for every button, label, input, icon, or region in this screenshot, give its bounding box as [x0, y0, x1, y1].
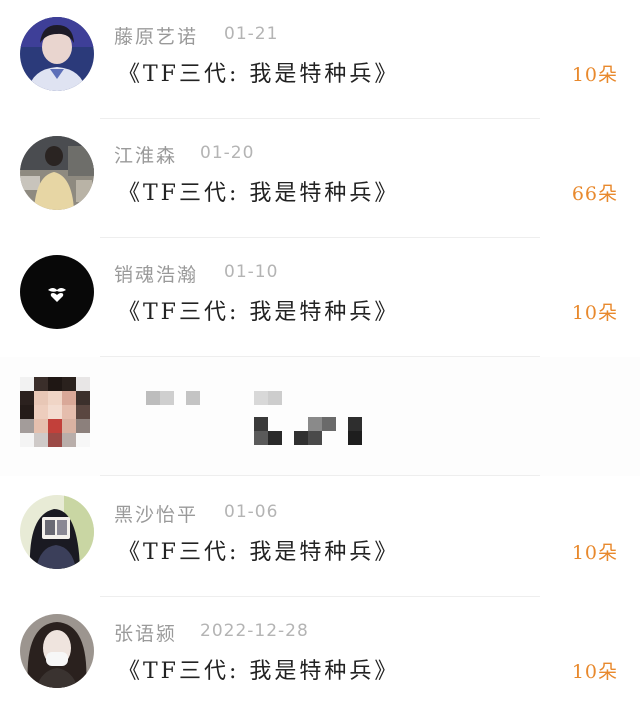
list-item[interactable] [0, 357, 640, 476]
redacted-name [146, 391, 202, 405]
gift-title: 《TF三代: 我是特种兵》 [118, 300, 400, 325]
sender-name: 张语颍 [114, 623, 178, 645]
flower-count: 10朵 [571, 542, 618, 564]
flower-count: 10朵 [571, 302, 618, 324]
send-date: 01-10 [224, 262, 279, 282]
list-item[interactable]: 黑沙怡平 01-06 《TF三代: 我是特种兵》 10朵 [0, 478, 640, 597]
gift-list: 藤原艺诺 01-21 《TF三代: 我是特种兵》 10朵 江淮森 01-20 《… [0, 0, 640, 717]
gift-title: 《TF三代: 我是特种兵》 [118, 659, 400, 684]
list-item[interactable]: 藤原艺诺 01-21 《TF三代: 我是特种兵》 10朵 [0, 0, 640, 119]
flower-count: 10朵 [571, 64, 618, 86]
sender-name: 江淮森 [114, 145, 178, 167]
avatar[interactable] [20, 377, 96, 447]
sender-name: 藤原艺诺 [114, 26, 199, 48]
send-date: 01-20 [200, 143, 255, 163]
gift-title: 《TF三代: 我是特种兵》 [118, 62, 400, 87]
redacted-date [254, 391, 282, 405]
list-item[interactable]: 销魂浩瀚 01-10 《TF三代: 我是特种兵》 10朵 [0, 238, 640, 357]
sender-name: 销魂浩瀚 [114, 264, 199, 286]
redacted-content [254, 417, 362, 445]
divider [100, 475, 540, 476]
gift-title: 《TF三代: 我是特种兵》 [118, 181, 400, 206]
send-date: 01-21 [224, 24, 279, 44]
send-date: 01-06 [224, 502, 279, 522]
avatar[interactable] [20, 17, 94, 91]
gift-title: 《TF三代: 我是特种兵》 [118, 540, 400, 565]
flower-count: 66朵 [571, 183, 618, 205]
sender-name: 黑沙怡平 [114, 504, 199, 526]
avatar[interactable] [20, 136, 94, 210]
list-item[interactable]: 张语颍 2022-12-28 《TF三代: 我是特种兵》 10朵 [0, 597, 640, 716]
avatar[interactable] [20, 255, 94, 329]
flower-count: 10朵 [571, 661, 618, 683]
avatar[interactable] [20, 495, 94, 569]
send-date: 2022-12-28 [200, 621, 309, 641]
avatar[interactable] [20, 614, 94, 688]
list-item[interactable]: 江淮森 01-20 《TF三代: 我是特种兵》 66朵 [0, 119, 640, 238]
